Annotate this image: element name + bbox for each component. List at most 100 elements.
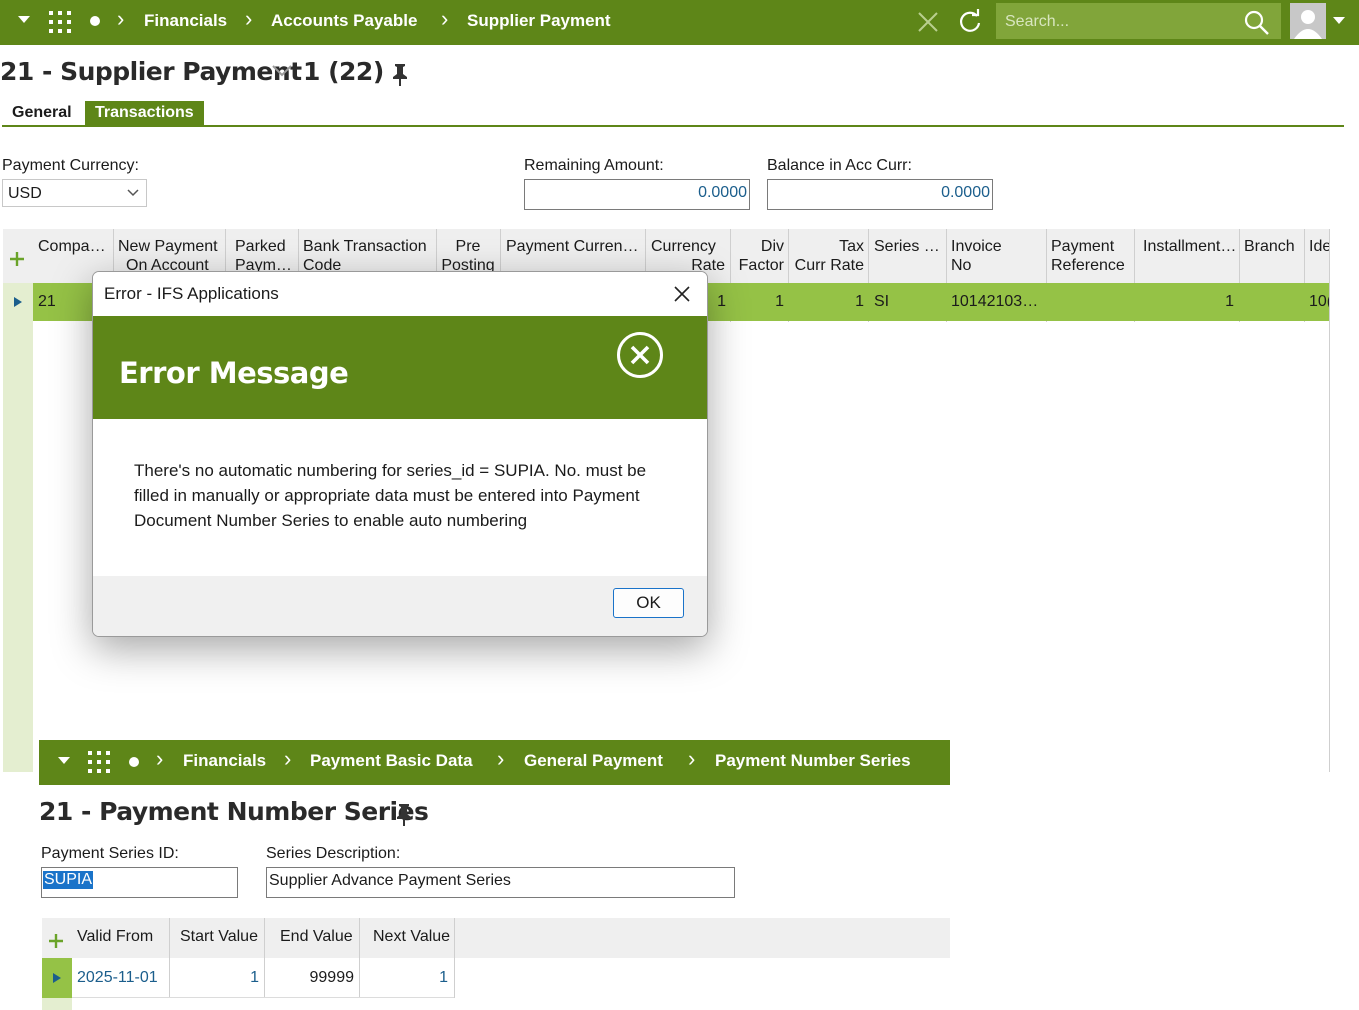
- balance-acc-curr-field[interactable]: 0.0000: [767, 179, 993, 210]
- breadcrumb-chevron-icon: ›: [441, 6, 449, 31]
- add-row-icon[interactable]: [48, 933, 64, 949]
- breadcrumb-payment-number-series[interactable]: Payment Number Series: [715, 751, 911, 771]
- breadcrumb-supplier-payment[interactable]: Supplier Payment: [467, 11, 611, 31]
- pin-icon[interactable]: [391, 63, 409, 87]
- breadcrumb-accounts-payable[interactable]: Accounts Payable: [271, 11, 417, 31]
- app-grid-icon[interactable]: [87, 750, 111, 774]
- grid-row-gutter: [3, 283, 33, 772]
- app-grid-icon[interactable]: [48, 10, 72, 34]
- cell-div-factor[interactable]: 1: [733, 283, 784, 321]
- home-dot-icon[interactable]: [90, 16, 100, 26]
- breadcrumb-chevron-icon: ›: [156, 746, 164, 771]
- col-header-valid-from[interactable]: Valid From: [77, 927, 153, 946]
- close-icon[interactable]: [917, 11, 939, 33]
- col-header-tax-curr-rate[interactable]: Tax Curr Rate: [790, 237, 864, 275]
- cell-ident[interactable]: 10(: [1309, 283, 1329, 321]
- search-icon[interactable]: [1244, 10, 1270, 36]
- add-row-icon[interactable]: [9, 251, 25, 267]
- user-icon: [1294, 10, 1322, 39]
- breadcrumb-payment-basic-data[interactable]: Payment Basic Data: [310, 751, 473, 771]
- col-header-start-value[interactable]: Start Value: [180, 927, 258, 946]
- dialog-message-line: filled in manually or appropriate data m…: [134, 486, 640, 505]
- chevron-down-icon[interactable]: [271, 64, 293, 78]
- breadcrumb-general-payment[interactable]: General Payment: [524, 751, 663, 771]
- dialog-message: There's no automatic numbering for serie…: [134, 458, 646, 533]
- dialog-close-icon[interactable]: [673, 285, 691, 303]
- breadcrumb-financials[interactable]: Financials: [144, 11, 227, 31]
- search-box: [996, 3, 1281, 41]
- avatar[interactable]: [1290, 3, 1326, 39]
- col-header-next-value[interactable]: Next Value: [373, 927, 450, 946]
- col-header-div-factor[interactable]: Div Factor: [733, 237, 784, 275]
- payment-currency-label: Payment Currency:: [2, 157, 139, 174]
- col-header-ident[interactable]: Ide: [1309, 237, 1329, 256]
- cell-next-value[interactable]: 1: [360, 969, 448, 987]
- col-header-invoice-no[interactable]: Invoice No: [951, 237, 1002, 275]
- col-header-branch[interactable]: Branch: [1244, 237, 1295, 256]
- tab-transactions[interactable]: Transactions: [85, 101, 204, 125]
- col-header-payment-currency[interactable]: Payment Curren…: [506, 237, 639, 256]
- user-menu-dropdown-icon[interactable]: [1333, 17, 1345, 24]
- cell-series[interactable]: SI: [874, 283, 889, 321]
- cell-installment[interactable]: 1: [1140, 283, 1234, 321]
- col-header-new-payment-on-account[interactable]: New Payment On Account: [118, 237, 218, 275]
- col-header-pre-posting[interactable]: Pre Posting: [441, 237, 495, 275]
- breadcrumb-chevron-icon: ›: [497, 746, 505, 771]
- error-dialog: Error - IFS Applications Error Message T…: [92, 271, 708, 637]
- series-description-field[interactable]: Supplier Advance Payment Series: [266, 867, 735, 898]
- col-header-company[interactable]: Compa…: [38, 237, 106, 256]
- col-header-installment[interactable]: Installment…: [1143, 237, 1236, 256]
- series-description-label: Series Description:: [266, 845, 401, 862]
- grid-body-right-border: [1329, 229, 1330, 772]
- col-header-bank-transaction-code[interactable]: Bank Transaction Code: [303, 237, 427, 275]
- cell-invoice-no[interactable]: 10142103…: [951, 283, 1038, 321]
- page-title: 21 - Supplier Payment: [0, 57, 302, 86]
- ok-button[interactable]: OK: [613, 588, 684, 618]
- record-counter: 1 (22): [303, 57, 384, 86]
- col-header-series[interactable]: Series …: [874, 237, 940, 256]
- cell-end-value[interactable]: 99999: [265, 969, 355, 987]
- series-description-value: Supplier Advance Payment Series: [269, 872, 511, 889]
- col-header-payment-reference[interactable]: Payment Reference: [1051, 237, 1125, 275]
- breadcrumb-chevron-icon: ›: [688, 746, 696, 771]
- payment-currency-select[interactable]: USD: [2, 179, 147, 207]
- dialog-message-line: There's no automatic numbering for serie…: [134, 461, 647, 480]
- home-dot-icon[interactable]: [129, 757, 139, 767]
- search-input[interactable]: [996, 3, 1247, 41]
- breadcrumb-chevron-icon: ›: [245, 6, 253, 31]
- breadcrumb-chevron-icon: ›: [284, 746, 292, 771]
- remaining-amount-field[interactable]: 0.0000: [524, 179, 750, 210]
- tab-general[interactable]: General: [2, 101, 82, 125]
- tab-underline: [2, 125, 1344, 127]
- payment-series-id-field[interactable]: SUPIA: [41, 867, 238, 898]
- cell-company[interactable]: 21: [38, 283, 56, 321]
- row-selected-arrow-icon[interactable]: [53, 973, 61, 983]
- breadcrumb-financials[interactable]: Financials: [183, 751, 266, 771]
- payment-currency-value: USD: [8, 185, 42, 202]
- col-header-currency-rate[interactable]: Currency Rate: [648, 237, 725, 275]
- top-nav-bar: › Financials › Accounts Payable › Suppli…: [0, 0, 1359, 45]
- pin-icon[interactable]: [395, 803, 413, 827]
- chevron-down-icon[interactable]: [127, 189, 139, 197]
- dialog-window-title: Error - IFS Applications: [104, 284, 279, 303]
- payment-series-id-label: Payment Series ID:: [41, 845, 179, 862]
- series-grid-header-background: [42, 918, 950, 958]
- nav-menu-dropdown-icon[interactable]: [18, 16, 30, 23]
- cell-valid-from[interactable]: 2025-11-01: [77, 969, 158, 987]
- cell-tax-curr-rate[interactable]: 1: [790, 283, 864, 321]
- dialog-message-line: Document Number Series to enable auto nu…: [134, 511, 528, 530]
- cell-start-value[interactable]: 1: [170, 969, 259, 987]
- dialog-titlebar: Error - IFS Applications: [93, 272, 707, 316]
- col-header-end-value[interactable]: End Value: [280, 927, 353, 946]
- col-separator: [454, 918, 455, 998]
- remaining-amount-label: Remaining Amount:: [524, 157, 664, 174]
- secondary-nav-bar: › Financials › Payment Basic Data › Gene…: [39, 740, 950, 785]
- refresh-icon[interactable]: [957, 9, 983, 35]
- dialog-heading: Error Message: [119, 356, 349, 390]
- breadcrumb-chevron-icon: ›: [117, 6, 125, 31]
- dialog-header-band: Error Message: [93, 316, 707, 419]
- col-header-parked-payment[interactable]: Parked Paym…: [235, 237, 292, 275]
- nav-menu-dropdown-icon[interactable]: [58, 757, 70, 764]
- error-circle-x-icon: [617, 332, 663, 378]
- row-selected-arrow-icon[interactable]: [14, 297, 22, 307]
